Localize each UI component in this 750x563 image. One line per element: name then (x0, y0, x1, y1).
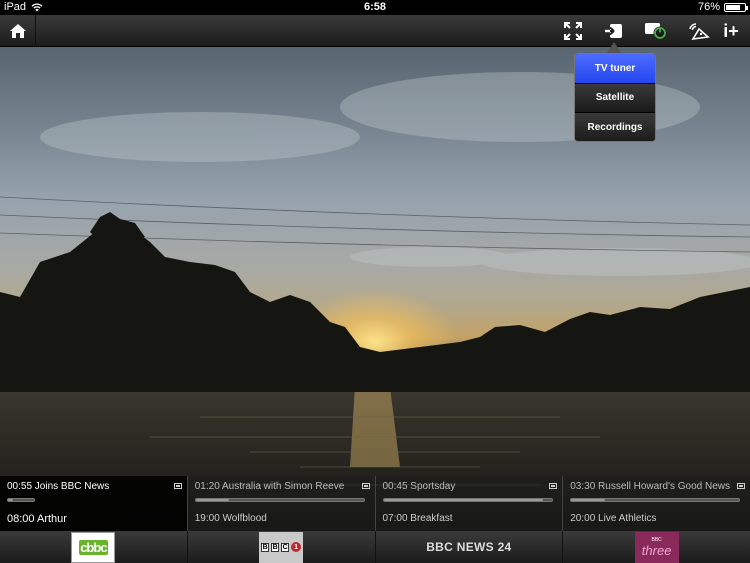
epg-next-program: 07:00 Breakfast (382, 513, 453, 524)
channel-bar: cbbc B B C 1 BBC NEWS 24 BBC three (0, 531, 750, 563)
cbbc-logo: cbbc (71, 531, 116, 563)
epg-progress-bar (194, 498, 365, 502)
source-option-satellite[interactable]: Satellite (575, 83, 655, 114)
record-icon[interactable] (549, 483, 558, 489)
epg-progress-bar (570, 498, 741, 502)
channel-cbbc[interactable]: cbbc (0, 531, 188, 563)
epg-column-bbc-three[interactable]: 03:30 Russell Howard's Good News 20:00 L… (563, 476, 750, 531)
channel-bbc-three[interactable]: BBC three (563, 531, 750, 563)
epg-next-program: 20:00 Live Athletics (570, 513, 657, 524)
epg-column-bbc-one[interactable]: 01:20 Australia with Simon Reeve 19:00 W… (187, 476, 376, 531)
epg-now-program: 00:45 Sportsday (382, 481, 456, 492)
remote-icon (689, 23, 710, 41)
record-icon[interactable] (737, 483, 745, 489)
epg-progress-bar (382, 498, 553, 502)
channel-label: BBC NEWS 24 (426, 540, 512, 554)
channel-bbc-news-24[interactable]: BBC NEWS 24 (376, 531, 564, 563)
epg-next-program: 08:00 Arthur (7, 513, 67, 525)
source-menu: TV tuner Satellite Recordings (574, 53, 656, 142)
record-icon[interactable] (361, 483, 370, 489)
epg-column-cbbc[interactable]: 00:55 Joins BBC News 08:00 Arthur (0, 476, 188, 531)
bbc-three-logo: BBC three (634, 531, 679, 563)
info-plus-button[interactable]: i+ (716, 15, 746, 47)
record-icon[interactable] (173, 483, 182, 489)
fullscreen-icon (564, 22, 582, 40)
bbc-one-logo: B B C 1 (259, 531, 304, 563)
epg-now-program: 03:30 Russell Howard's Good News (570, 481, 731, 492)
source-option-tv-tuner[interactable]: TV tuner (575, 54, 655, 84)
source-option-recordings[interactable]: Recordings (575, 113, 655, 141)
top-toolbar: i+ (0, 15, 750, 47)
fullscreen-button[interactable] (557, 15, 589, 47)
remote-button[interactable] (683, 15, 715, 47)
epg-next-program: 19:00 Wolfblood (194, 513, 267, 524)
epg-now-program: 01:20 Australia with Simon Reeve (194, 481, 345, 492)
status-time: 6:58 (363, 1, 387, 13)
status-bar: iPad 6:58 76% (0, 0, 750, 15)
info-plus-icon: i+ (723, 20, 739, 41)
source-input-icon (605, 24, 622, 38)
battery-percent: 76% (697, 1, 720, 13)
epg-column-bbc-news[interactable]: 00:45 Sportsday 07:00 Breakfast (375, 476, 564, 531)
status-right: 76% (697, 0, 748, 15)
channel-bbc-one[interactable]: B B C 1 (188, 531, 376, 563)
home-button[interactable] (0, 15, 36, 47)
power-button[interactable] (640, 15, 672, 47)
battery-icon (724, 3, 748, 12)
epg-progress-bar (7, 498, 35, 502)
epg-strip: 00:55 Joins BBC News 08:00 Arthur 01:20 … (0, 476, 750, 531)
epg-now-program: 00:55 Joins BBC News (7, 481, 110, 492)
power-icon (645, 23, 667, 40)
home-icon (9, 24, 26, 38)
